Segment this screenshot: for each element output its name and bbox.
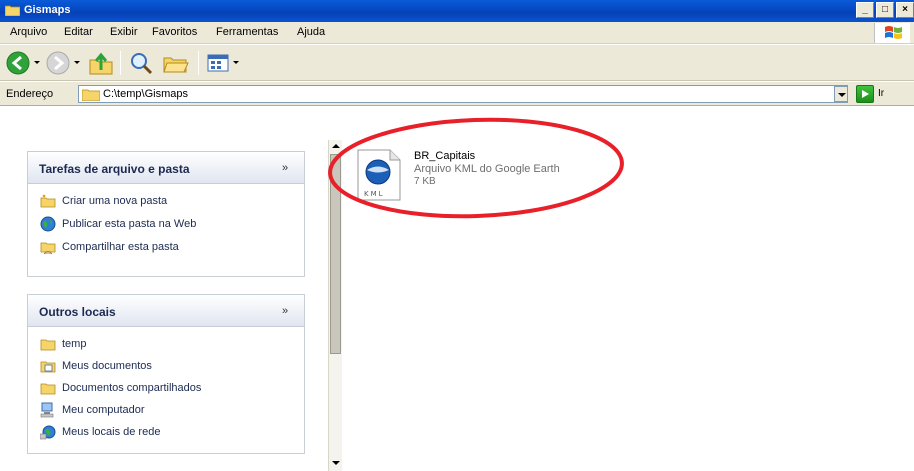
address-value: C:\temp\Gismaps (103, 88, 188, 100)
folders-icon[interactable] (162, 50, 190, 76)
address-field[interactable]: C:\temp\Gismaps (78, 85, 848, 103)
panel-title: Tarefas de arquivo e pasta (39, 162, 190, 176)
place-label: Meus locais de rede (62, 426, 161, 438)
globe-icon (40, 216, 56, 232)
place-shared-documents[interactable]: Documentos compartilhados (40, 379, 201, 397)
address-label: Endereço (6, 88, 54, 100)
file-folder-tasks-panel: Tarefas de arquivo e pasta » Criar uma n… (27, 151, 305, 277)
views-icon[interactable] (206, 50, 230, 76)
address-dropdown-button[interactable] (834, 86, 848, 102)
maximize-button[interactable]: □ (876, 2, 894, 18)
file-size: 7 KB (414, 176, 436, 187)
place-label: Documentos compartilhados (62, 382, 202, 394)
file-list-area: KML BR_Capitais Arquivo KML do Google Ea… (342, 107, 914, 471)
menu-arquivo[interactable]: Arquivo (10, 26, 47, 38)
folder-icon (5, 5, 20, 16)
my-documents-icon (40, 361, 56, 373)
place-temp[interactable]: temp (40, 335, 86, 353)
task-pane: Tarefas de arquivo e pasta » Criar uma n… (0, 107, 330, 471)
new-folder-icon (40, 194, 56, 208)
search-icon[interactable] (128, 50, 154, 76)
kml-icon-text: KML (364, 190, 385, 198)
folder-icon (40, 383, 56, 395)
title-bar: Gismaps _ □ × (0, 0, 914, 22)
toolbar-separator (120, 51, 121, 75)
views-dropdown-arrow[interactable] (233, 61, 239, 64)
window-title: Gismaps (24, 4, 71, 16)
menu-bar: Arquivo Editar Exibir Favoritos Ferramen… (0, 22, 914, 44)
place-my-documents[interactable]: Meus documentos (40, 357, 152, 375)
kml-file-icon: KML (357, 149, 401, 201)
network-icon (40, 425, 56, 440)
place-network[interactable]: Meus locais de rede (40, 423, 160, 441)
menu-editar[interactable]: Editar (64, 26, 93, 38)
share-folder-icon (40, 242, 56, 255)
address-bar: Endereço C:\temp\Gismaps Ir (0, 82, 914, 106)
other-places-header[interactable]: Outros locais » (28, 295, 304, 327)
panel-title: Outros locais (39, 305, 116, 319)
task-pane-scrollbar[interactable] (328, 140, 342, 471)
forward-icon[interactable] (46, 50, 70, 76)
place-label: Meus documentos (62, 360, 152, 372)
minimize-button[interactable]: _ (856, 2, 874, 18)
other-places-panel: Outros locais » temp Meus documentos Doc… (27, 294, 305, 454)
go-button[interactable] (856, 85, 874, 103)
task-new-folder[interactable]: Criar uma nova pasta (40, 192, 167, 210)
folder-icon (82, 89, 100, 101)
forward-dropdown-arrow[interactable] (74, 61, 80, 64)
collapse-icon[interactable]: » (277, 160, 293, 176)
close-button[interactable]: × (896, 2, 914, 18)
folder-icon (40, 339, 56, 351)
file-folder-tasks-header[interactable]: Tarefas de arquivo e pasta » (28, 152, 304, 184)
task-publish-web[interactable]: Publicar esta pasta na Web (40, 215, 196, 233)
place-my-computer[interactable]: Meu computador (40, 401, 145, 419)
toolbar-separator (198, 51, 199, 75)
windows-flag-icon (885, 26, 902, 39)
scroll-thumb[interactable] (330, 154, 341, 354)
back-icon[interactable] (6, 50, 30, 76)
scroll-down-arrow[interactable] (330, 457, 342, 469)
task-label: Criar uma nova pasta (62, 195, 168, 207)
file-name: BR_Capitais (414, 150, 476, 162)
task-label: Publicar esta pasta na Web (62, 218, 197, 230)
task-share-folder[interactable]: Compartilhar esta pasta (40, 238, 179, 256)
place-label: temp (62, 338, 87, 350)
menu-exibir[interactable]: Exibir (110, 26, 138, 38)
file-item-br-capitais[interactable]: KML BR_Capitais Arquivo KML do Google Ea… (354, 144, 594, 201)
place-label: Meu computador (62, 404, 145, 416)
window-controls: _ □ × (856, 2, 914, 18)
menu-ajuda[interactable]: Ajuda (297, 26, 325, 38)
scroll-up-arrow[interactable] (330, 141, 342, 153)
collapse-icon[interactable]: » (277, 303, 293, 319)
toolbar (0, 45, 914, 81)
back-dropdown-arrow[interactable] (34, 61, 40, 64)
windows-logo (874, 23, 910, 43)
file-type: Arquivo KML do Google Earth (414, 163, 560, 175)
menu-ferramentas[interactable]: Ferramentas (216, 26, 278, 38)
go-label[interactable]: Ir (878, 88, 884, 99)
computer-icon (40, 402, 54, 418)
task-label: Compartilhar esta pasta (62, 241, 179, 253)
menu-favoritos[interactable]: Favoritos (152, 26, 197, 38)
up-folder-icon[interactable] (88, 50, 114, 76)
